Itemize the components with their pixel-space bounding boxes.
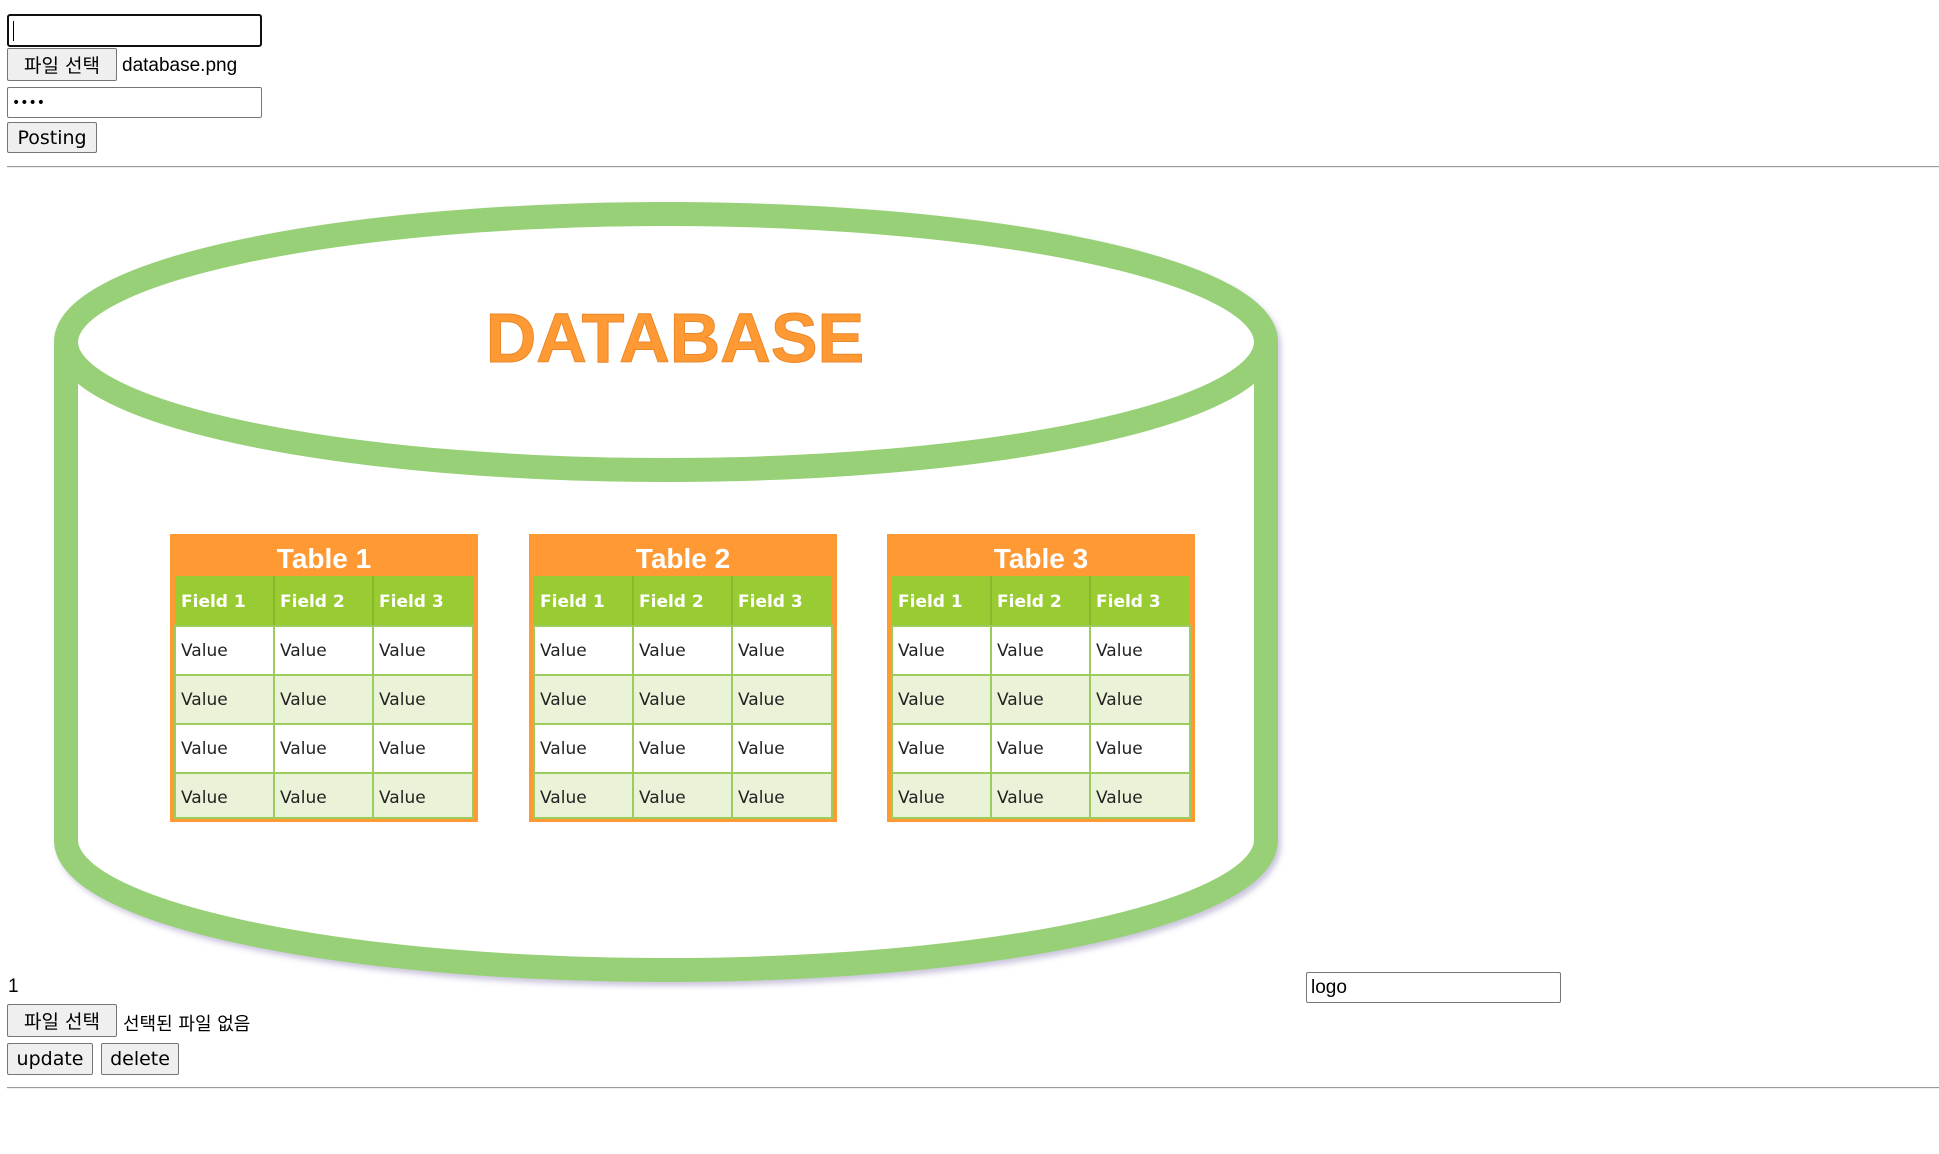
no-file-selected-text: 선택된 파일 없음 [123, 1014, 251, 1035]
update-button[interactable]: update [7, 1043, 93, 1075]
divider-top [7, 166, 1939, 168]
table-cell-value: Value [280, 690, 327, 710]
database-heading: DATABASE [486, 299, 865, 377]
table-cell-value: Value [379, 690, 426, 710]
password-mask: •••• [12, 94, 46, 111]
table-cell-value: Value [181, 739, 228, 759]
post-id: 1 [8, 976, 19, 997]
table-field-label: Field 1 [898, 592, 963, 612]
table-cell-value: Value [997, 690, 1044, 710]
posting-button[interactable]: Posting [7, 122, 97, 153]
table-field-label: Field 3 [1096, 592, 1161, 612]
tables-group: Table 1 Field 1 Field 2 Field 3 Value Value Va… [170, 534, 1195, 822]
table-field-label: Field 3 [738, 592, 803, 612]
table-cell-value: Value [1096, 690, 1143, 710]
table-cell-value: Value [280, 788, 327, 808]
table-cell-value: Value [280, 641, 327, 661]
post-image: DATABASE Table 1 Field 1 Field 2 Field 3 Val… [54, 202, 1278, 982]
text-caret [13, 21, 14, 41]
table-cell-value: Value [898, 641, 945, 661]
table-cell-value: Value [280, 739, 327, 759]
divider-bottom [7, 1087, 1939, 1089]
table-cell-value: Value [738, 788, 785, 808]
table-cell-value: Value [181, 690, 228, 710]
file-select-button[interactable]: 파일 선택 [7, 48, 117, 81]
table-field-label: Field 1 [540, 592, 605, 612]
table-field-label: Field 3 [379, 592, 444, 612]
table-cell-value: Value [738, 641, 785, 661]
table-cell-value: Value [540, 788, 587, 808]
table-cell-value: Value [898, 739, 945, 759]
table-cell-value: Value [540, 690, 587, 710]
table-field-label: Field 2 [639, 592, 704, 612]
table-cell-value: Value [1096, 788, 1143, 808]
table-cell-value: Value [997, 739, 1044, 759]
table-cell-value: Value [639, 788, 686, 808]
table-field-label: Field 2 [280, 592, 345, 612]
table-cell-value: Value [540, 739, 587, 759]
table-title: Table 3 [994, 543, 1088, 574]
table-cell-value: Value [639, 641, 686, 661]
table-cell-value: Value [738, 690, 785, 710]
password-input[interactable]: •••• [7, 87, 262, 118]
selected-file-name: database.png [122, 55, 238, 76]
table-cell-value: Value [997, 641, 1044, 661]
table-title: Table 2 [636, 543, 730, 574]
table-cell-value: Value [997, 788, 1044, 808]
post-file-select-button[interactable]: 파일 선택 [7, 1004, 117, 1037]
table-cell-value: Value [639, 739, 686, 759]
post-title-input[interactable]: logo [1306, 972, 1561, 1003]
title-input[interactable] [7, 14, 262, 47]
table-cell-value: Value [181, 788, 228, 808]
delete-button[interactable]: delete [101, 1043, 179, 1075]
table-cell-value: Value [379, 788, 426, 808]
table-cell-value: Value [1096, 739, 1143, 759]
table-field-label: Field 2 [997, 592, 1062, 612]
table-cell-value: Value [181, 641, 228, 661]
table-cell-value: Value [540, 641, 587, 661]
table-title: Table 1 [277, 543, 371, 574]
table-cell-value: Value [379, 641, 426, 661]
table-cell-value: Value [1096, 641, 1143, 661]
table-cell-value: Value [898, 690, 945, 710]
table-cell-value: Value [898, 788, 945, 808]
table-cell-value: Value [639, 690, 686, 710]
table-field-label: Field 1 [181, 592, 246, 612]
table-cell-value: Value [379, 739, 426, 759]
table-cell-value: Value [738, 739, 785, 759]
post-title-value: logo [1311, 976, 1347, 998]
